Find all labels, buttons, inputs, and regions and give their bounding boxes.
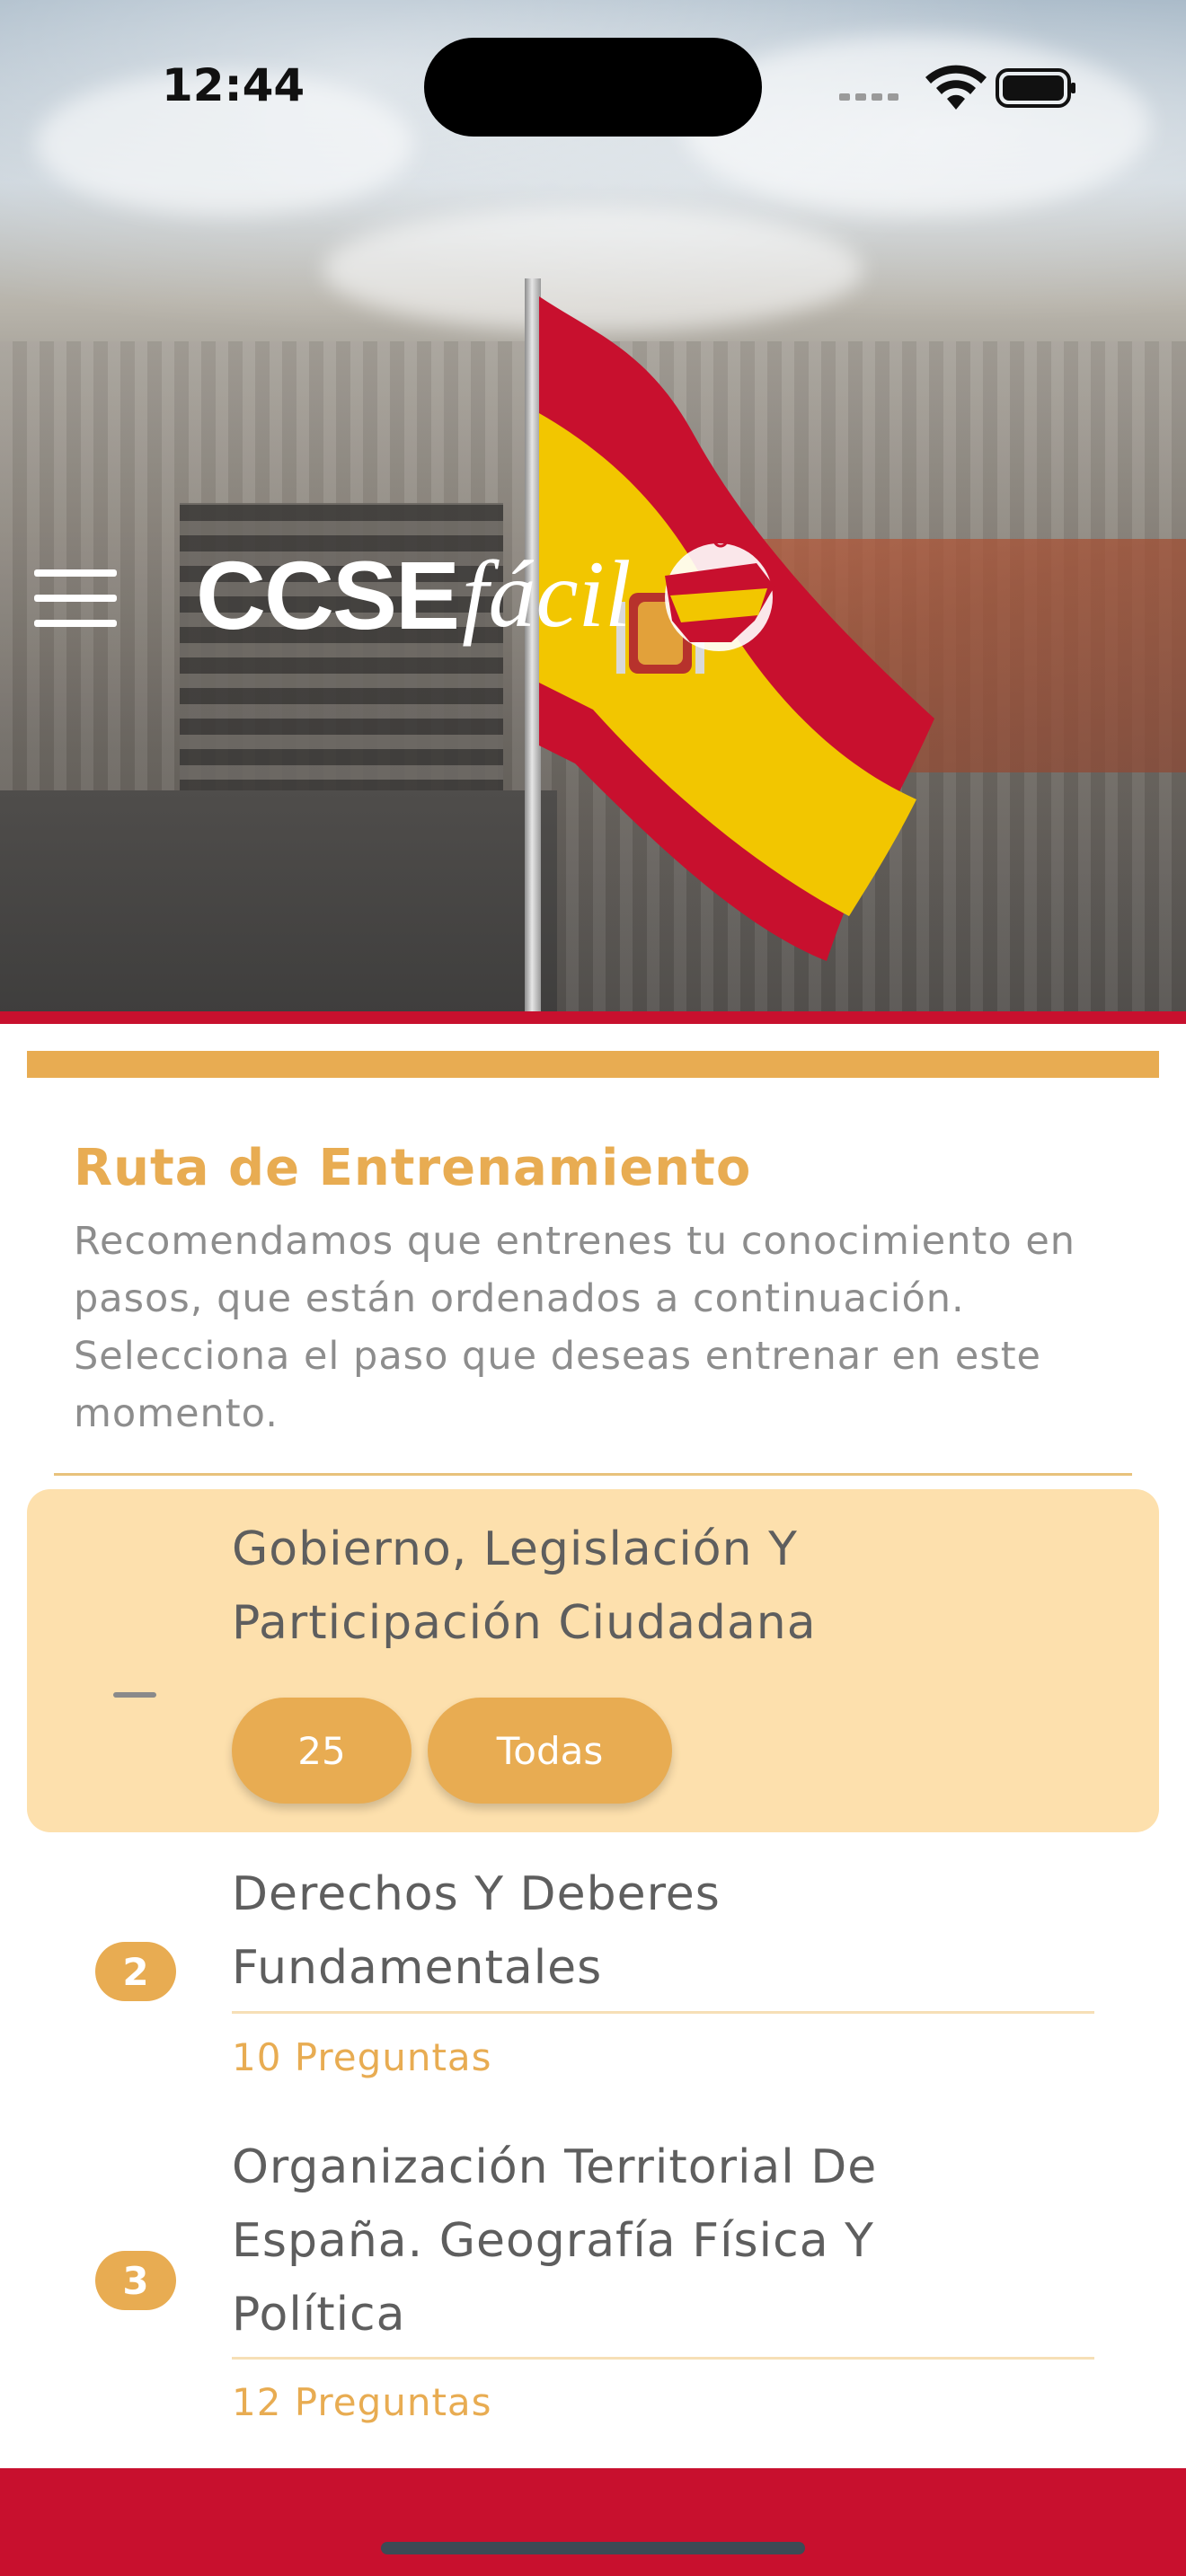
spain-map-icon [665,532,775,651]
step-1-title-line: Participación Ciudadana [232,1596,817,1650]
street [0,790,557,1013]
status-icons [839,65,1075,110]
status-time: 12:44 [162,59,305,111]
accent-bar [27,1051,1159,1078]
step-2-question-count: 10 Preguntas [232,2035,492,2079]
step-1-title-line: Gobierno, Legislación Y [232,1522,798,1576]
dynamic-island [424,38,762,137]
option-25-questions-button[interactable]: 25 [232,1698,412,1804]
step-3-question-count: 12 Preguntas [232,2380,492,2424]
step-1-title: Gobierno, Legislación Y Participación Ci… [232,1513,1112,1660]
logo-text-script: fácil [462,542,632,647]
battery-icon [996,68,1075,108]
section-title: Ruta de Entrenamiento [74,1139,752,1197]
section-description: Recomendamos que entrenes tu conocimient… [74,1219,1076,1436]
step-3-title-line: Política [232,2288,406,2342]
collapse-icon[interactable] [113,1692,156,1698]
step-3-title-line: España. Geografía Física Y [232,2214,874,2268]
hero-red-line [0,1011,1186,1024]
app-logo: CCSE fácil [196,532,783,657]
wifi-icon [925,65,987,110]
hero-banner: 12:44 CCSE fácil [0,0,1186,1013]
step-2-title-line: Derechos Y Deberes [232,1867,721,1921]
step-2-title-line: Fundamentales [232,1941,603,1995]
bottom-bar [0,2468,1186,2576]
cellular-signal-icon [839,93,898,101]
step-2-number-badge: 2 [95,1942,176,2001]
step-3-number-badge: 3 [95,2251,176,2310]
step-3-title-line: Organización Territorial De [232,2140,878,2194]
step-divider [232,2011,1094,2014]
logo-text-bold: CCSE [196,540,460,649]
hamburger-menu-icon[interactable] [32,566,119,629]
step-3-title[interactable]: Organización Territorial De España. Geog… [232,2130,1112,2351]
divider [54,1473,1132,1476]
home-indicator[interactable] [381,2542,805,2554]
step-divider [232,2357,1094,2360]
option-all-questions-button[interactable]: Todas [428,1698,672,1804]
step-2-title[interactable]: Derechos Y Deberes Fundamentales [232,1857,1112,2005]
